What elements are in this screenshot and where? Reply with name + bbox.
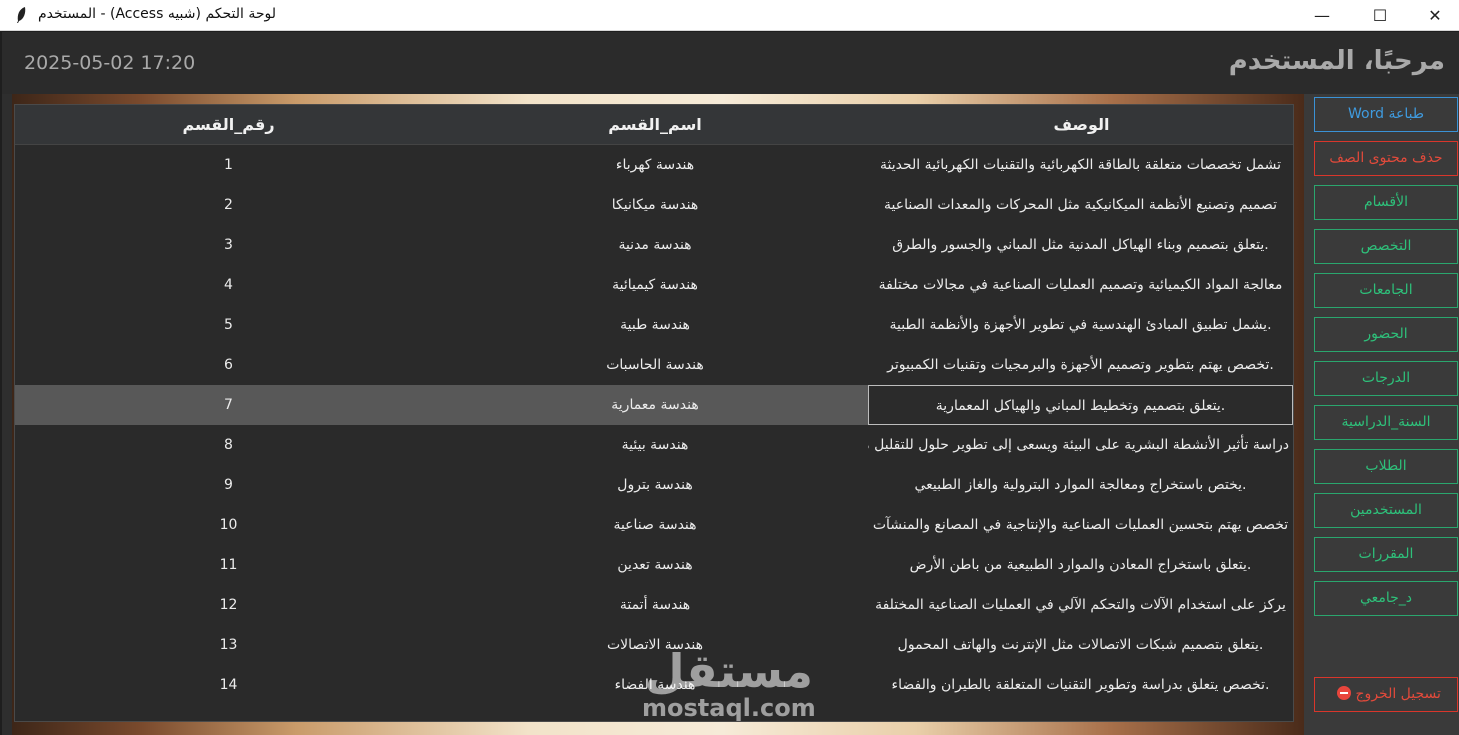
feather-icon	[17, 7, 26, 23]
logout-label: تسجيل الخروج	[1355, 686, 1441, 702]
cell-number[interactable]: 12	[15, 585, 442, 625]
cell-description[interactable]: .يشمل تطبيق المبادئ الهندسية في تطوير ال…	[868, 305, 1293, 345]
table-row[interactable]: تشمل تخصصات متعلقة بالطاقة الكهربائية وا…	[15, 145, 1293, 185]
table-row[interactable]: معالجة المواد الكيميائية وتصميم العمليات…	[15, 265, 1293, 305]
cell-number[interactable]: 14	[15, 665, 442, 705]
sidebar-item-5[interactable]: الدرجات	[1314, 361, 1458, 396]
table-row[interactable]: .يتعلق بتصميم وتخطيط المباني والهياكل ال…	[15, 385, 1293, 425]
cell-description[interactable]: .يتعلق بتصميم وبناء الهياكل المدنية مثل …	[868, 225, 1293, 265]
column-header-description[interactable]: الوصف	[868, 105, 1293, 145]
cell-description[interactable]: تشمل تخصصات متعلقة بالطاقة الكهربائية وا…	[868, 145, 1293, 185]
cell-number[interactable]: 3	[15, 225, 442, 265]
table-row[interactable]: تصميم وتصنيع الأنظمة الميكانيكية مثل الم…	[15, 185, 1293, 225]
cell-description[interactable]: دراسة تأثير الأنشطة البشرية على البيئة و…	[868, 425, 1293, 465]
cell-name[interactable]: هندسة بترول	[442, 465, 868, 505]
cell-number[interactable]: 6	[15, 345, 442, 385]
delete-row-button[interactable]: حذف محتوى الصف	[1314, 141, 1458, 176]
cell-description[interactable]: .يتعلق باستخراج المعادن والموارد الطبيعي…	[868, 545, 1293, 585]
cell-number[interactable]: 9	[15, 465, 442, 505]
cell-description[interactable]: .تخصص يتعلق بدراسة وتطوير التقنيات المتع…	[868, 665, 1293, 705]
cell-name[interactable]: هندسة تعدين	[442, 545, 868, 585]
cell-name[interactable]: هندسة معمارية	[442, 385, 868, 425]
cell-number[interactable]: 4	[15, 265, 442, 305]
cell-number[interactable]: 8	[15, 425, 442, 465]
table-row[interactable]: تخصص يهتم بتحسين العمليات الصناعية والإن…	[15, 505, 1293, 545]
table-header: الوصف اسم_القسم رقم_القسم	[15, 105, 1293, 145]
cell-description[interactable]: .يتعلق بتصميم شبكات الاتصالات مثل الإنتر…	[868, 625, 1293, 665]
cell-description[interactable]: .يتعلق بتصميم وتخطيط المباني والهياكل ال…	[868, 385, 1293, 425]
cell-number[interactable]: 13	[15, 625, 442, 665]
cell-number[interactable]: 1	[15, 145, 442, 185]
cell-number[interactable]: 5	[15, 305, 442, 345]
watermark: مستقل mostaql.com	[642, 647, 816, 721]
sidebar: طباعة Word حذف محتوى الصف الأقسام التخصص ا…	[1304, 94, 1459, 735]
minimize-button[interactable]: —	[1297, 0, 1347, 30]
sidebar-item-10[interactable]: د_جامعي	[1314, 581, 1458, 616]
watermark-latin: mostaql.com	[642, 694, 816, 722]
sidebar-item-8[interactable]: المستخدمين	[1314, 493, 1458, 528]
cell-description[interactable]: معالجة المواد الكيميائية وتصميم العمليات…	[868, 265, 1293, 305]
table-row[interactable]: .يتعلق باستخراج المعادن والموارد الطبيعي…	[15, 545, 1293, 585]
maximize-button[interactable]: ☐	[1355, 0, 1405, 30]
table-row[interactable]: يركز على استخدام الآلات والتحكم الآلي في…	[15, 585, 1293, 625]
column-header-number[interactable]: رقم_القسم	[15, 105, 442, 145]
app-window: مرحبًا، المستخدم 2025-05-02 17:20 الوصف …	[2, 32, 1459, 735]
close-button[interactable]: ✕	[1410, 0, 1459, 30]
window-title: المستخدم - (Access شبيه) لوحة التحكم	[38, 6, 277, 22]
cell-number[interactable]: 11	[15, 545, 442, 585]
departments-table[interactable]: الوصف اسم_القسم رقم_القسم تشمل تخصصات مت…	[14, 104, 1294, 722]
table-row[interactable]: .يتعلق بتصميم وبناء الهياكل المدنية مثل …	[15, 225, 1293, 265]
header-bar: مرحبًا، المستخدم 2025-05-02 17:20	[2, 32, 1459, 94]
welcome-text: مرحبًا، المستخدم	[1228, 46, 1445, 76]
cell-number[interactable]: 2	[15, 185, 442, 225]
table-row[interactable]: .يشمل تطبيق المبادئ الهندسية في تطوير ال…	[15, 305, 1293, 345]
table-row[interactable]: دراسة تأثير الأنشطة البشرية على البيئة و…	[15, 425, 1293, 465]
datetime-label: 2025-05-02 17:20	[24, 52, 196, 74]
cell-number[interactable]: 7	[15, 385, 442, 425]
logout-button[interactable]: تسجيل الخروج	[1314, 677, 1458, 712]
sidebar-item-9[interactable]: المقررات	[1314, 537, 1458, 572]
cell-name[interactable]: هندسة أتمتة	[442, 585, 868, 625]
cell-name[interactable]: هندسة مدنية	[442, 225, 868, 265]
cell-name[interactable]: هندسة كيميائية	[442, 265, 868, 305]
cell-description[interactable]: .يختص باستخراج ومعالجة الموارد البترولية…	[868, 465, 1293, 505]
cell-name[interactable]: هندسة كهرباء	[442, 145, 868, 185]
column-header-name[interactable]: اسم_القسم	[442, 105, 868, 145]
cell-name[interactable]: هندسة صناعية	[442, 505, 868, 545]
table-row[interactable]: .تخصص يهتم بتطوير وتصميم الأجهزة والبرمج…	[15, 345, 1293, 385]
sidebar-item-7[interactable]: الطلاب	[1314, 449, 1458, 484]
cell-name[interactable]: هندسة ميكانيكا	[442, 185, 868, 225]
cell-name[interactable]: هندسة بيئية	[442, 425, 868, 465]
cell-number[interactable]: 10	[15, 505, 442, 545]
sidebar-item-2[interactable]: التخصص	[1314, 229, 1458, 264]
window-titlebar: المستخدم - (Access شبيه) لوحة التحكم — ☐…	[0, 0, 1459, 31]
watermark-arabic: مستقل	[644, 644, 813, 698]
sidebar-item-4[interactable]: الحضور	[1314, 317, 1458, 352]
table-row[interactable]: .يختص باستخراج ومعالجة الموارد البترولية…	[15, 465, 1293, 505]
cell-name[interactable]: هندسة الحاسبات	[442, 345, 868, 385]
cell-description[interactable]: تخصص يهتم بتحسين العمليات الصناعية والإن…	[868, 505, 1293, 545]
cell-description[interactable]: تصميم وتصنيع الأنظمة الميكانيكية مثل الم…	[868, 185, 1293, 225]
word-print-button[interactable]: طباعة Word	[1314, 97, 1458, 132]
cell-name[interactable]: هندسة طبية	[442, 305, 868, 345]
cell-description[interactable]: .تخصص يهتم بتطوير وتصميم الأجهزة والبرمج…	[868, 345, 1293, 385]
cell-description[interactable]: يركز على استخدام الآلات والتحكم الآلي في…	[868, 585, 1293, 625]
sidebar-item-6[interactable]: السنة_الدراسية	[1314, 405, 1458, 440]
exit-icon	[1337, 686, 1352, 700]
sidebar-item-3[interactable]: الجامعات	[1314, 273, 1458, 308]
sidebar-item-1[interactable]: الأقسام	[1314, 185, 1458, 220]
